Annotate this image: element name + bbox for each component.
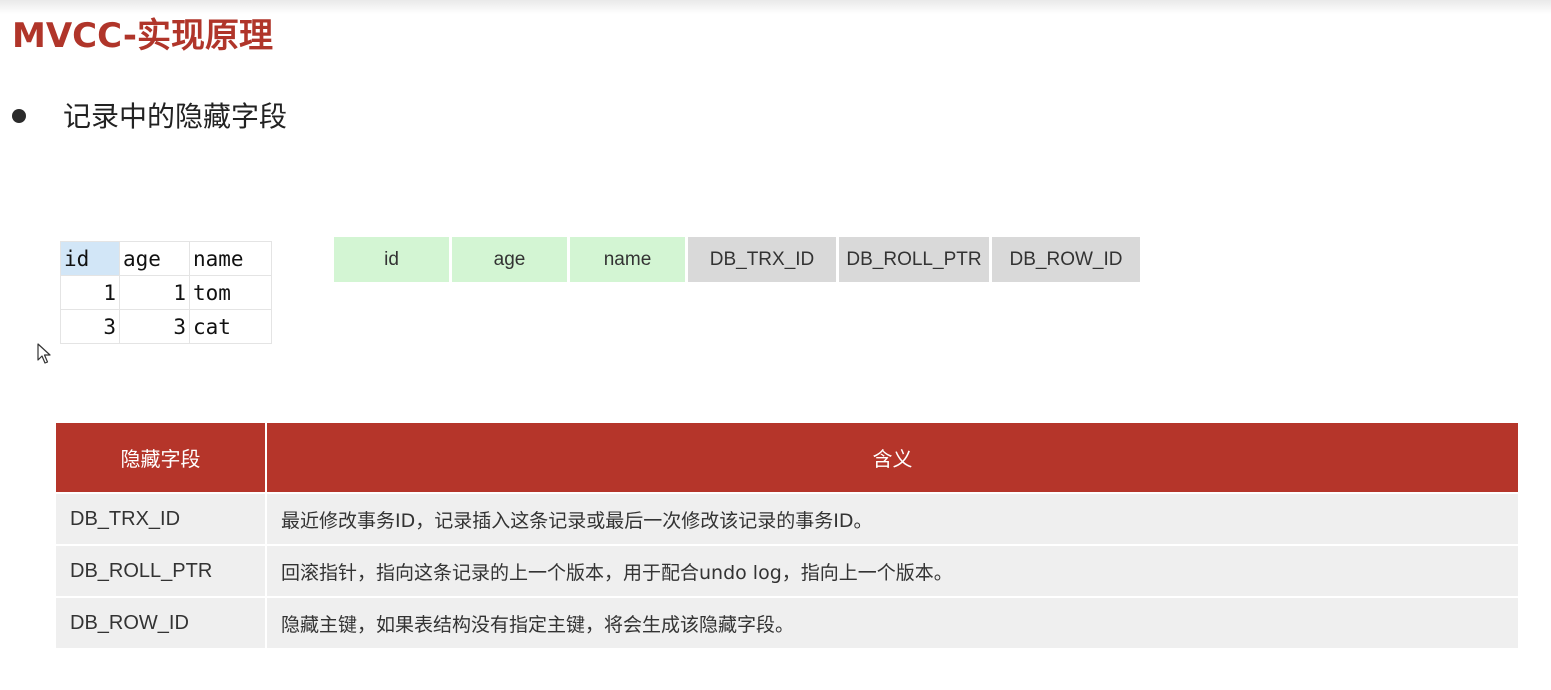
field-id: id [334, 237, 449, 282]
sample-records-table: id age name 1 1 tom 3 3 cat [60, 241, 272, 344]
table-row[interactable]: 3 3 cat [60, 309, 272, 344]
sample-cell-name[interactable]: tom [189, 275, 272, 310]
slide-title: MVCC-实现原理 [12, 16, 273, 56]
sample-header-age[interactable]: age [119, 241, 190, 276]
hidden-field-name: DB_ROLL_PTR [56, 544, 267, 596]
field-age: age [452, 237, 567, 282]
record-field-layout: id age name DB_TRX_ID DB_ROLL_PTR DB_ROW… [334, 237, 1140, 282]
hidden-field-name: DB_TRX_ID [56, 492, 267, 544]
hidden-field-name: DB_ROW_ID [56, 596, 267, 648]
field-db-roll-ptr: DB_ROLL_PTR [839, 237, 989, 282]
sample-header-id[interactable]: id [60, 241, 120, 276]
sample-cell-name[interactable]: cat [189, 309, 272, 344]
table-row: DB_ROLL_PTR 回滚指针，指向这条记录的上一个版本，用于配合undo l… [56, 544, 1518, 596]
table-row[interactable]: 1 1 tom [60, 275, 272, 310]
mouse-cursor-icon [37, 343, 51, 364]
sample-header-name[interactable]: name [189, 241, 272, 276]
sample-cell-id[interactable]: 3 [60, 309, 120, 344]
hidden-field-meaning: 隐藏主键，如果表结构没有指定主键，将会生成该隐藏字段。 [267, 596, 1518, 648]
bullet-item: 记录中的隐藏字段 [12, 95, 287, 135]
hidden-field-meaning: 回滚指针，指向这条记录的上一个版本，用于配合undo log，指向上一个版本。 [267, 544, 1518, 596]
table-row: DB_ROW_ID 隐藏主键，如果表结构没有指定主键，将会生成该隐藏字段。 [56, 596, 1518, 648]
hidden-field-meaning: 最近修改事务ID，记录插入这条记录或最后一次修改该记录的事务ID。 [267, 492, 1518, 544]
field-db-trx-id: DB_TRX_ID [688, 237, 836, 282]
hidden-fields-table: 隐藏字段 含义 DB_TRX_ID 最近修改事务ID，记录插入这条记录或最后一次… [56, 423, 1518, 648]
header-hidden-field: 隐藏字段 [56, 423, 267, 492]
sample-cell-age[interactable]: 3 [119, 309, 190, 344]
field-db-row-id: DB_ROW_ID [992, 237, 1140, 282]
sample-cell-id[interactable]: 1 [60, 275, 120, 310]
table-row: DB_TRX_ID 最近修改事务ID，记录插入这条记录或最后一次修改该记录的事务… [56, 492, 1518, 544]
bullet-dot-icon [12, 109, 26, 123]
header-meaning: 含义 [267, 423, 1518, 492]
bullet-text: 记录中的隐藏字段 [63, 100, 288, 133]
field-name: name [570, 237, 685, 282]
hidden-table-header-row: 隐藏字段 含义 [56, 423, 1518, 492]
sample-table-header-row: id age name [60, 241, 272, 276]
sample-cell-age[interactable]: 1 [119, 275, 190, 310]
